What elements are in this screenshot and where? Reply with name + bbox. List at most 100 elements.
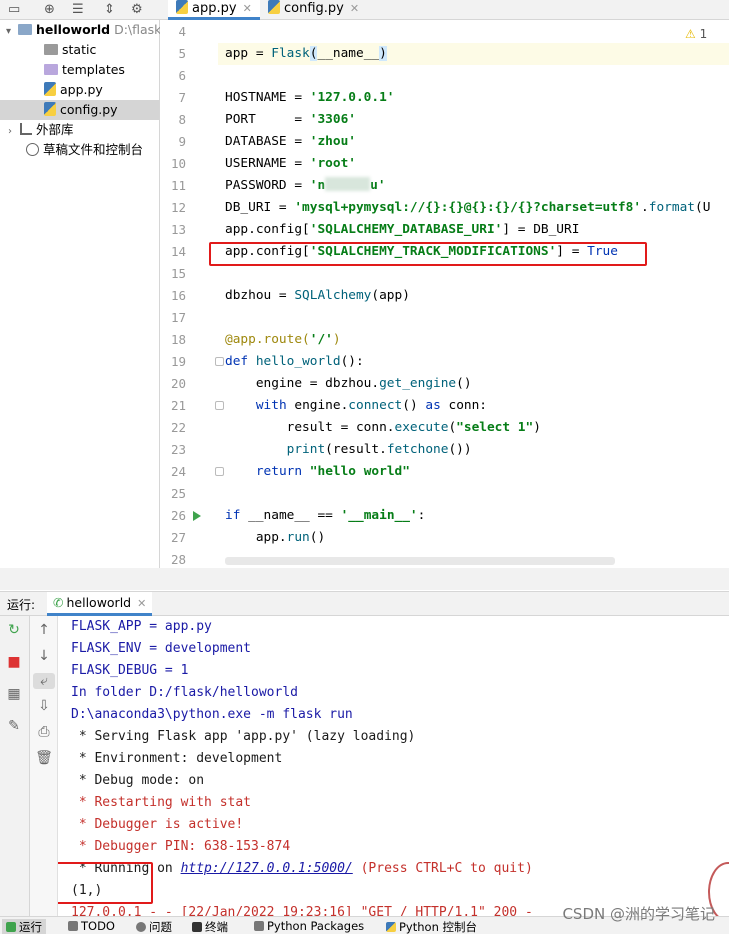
trash-icon[interactable]: 🗑 [30, 750, 58, 766]
layout-icon[interactable]: ▦ [0, 686, 28, 702]
tree-scratches[interactable]: 草稿文件和控制台 [26, 140, 143, 160]
line-number: 7 [178, 90, 186, 105]
tab-config-py[interactable]: config.py ✕ [260, 0, 360, 20]
project-tree: ▾ helloworld D:\flask static templates ap… [0, 20, 161, 590]
code-line-10: USERNAME = 'root' [225, 156, 356, 171]
tree-root-path: D:\flask [114, 22, 162, 37]
editor-bottom-gap [0, 568, 729, 590]
code-line-7: HOSTNAME = '127.0.0.1' [225, 90, 395, 105]
run-icon [6, 922, 16, 932]
project-view-icon[interactable]: ▭ [8, 2, 20, 17]
fold-marker-icon[interactable] [215, 401, 224, 410]
line-number: 18 [170, 332, 186, 347]
python-file-icon [268, 0, 280, 14]
pin-icon[interactable]: ✎ [0, 718, 28, 734]
code-line-8: PORT = '3306' [225, 112, 356, 127]
expand-icon[interactable]: ⇕ [104, 2, 115, 17]
package-icon [254, 921, 264, 931]
close-icon[interactable]: ✕ [137, 597, 146, 610]
code-line-13: app.config['SQLALCHEMY_DATABASE_URI'] = … [225, 222, 580, 237]
run-console[interactable]: FLASK_APP = app.py FLASK_ENV = developmen… [58, 616, 729, 916]
line-number: 12 [170, 200, 186, 215]
tab-run-helloworld[interactable]: ✆ helloworld ✕ [47, 592, 153, 616]
console-line: In folder D:/flask/helloworld [71, 685, 298, 700]
console-line: D:\anaconda3\python.exe -m flask run [71, 707, 353, 722]
gear-icon[interactable]: ⚙ [131, 2, 143, 17]
code-line-27: app.run() [225, 530, 326, 545]
tool-python-packages[interactable]: Python Packages [254, 919, 364, 933]
arrow-up-icon[interactable]: ↑ [30, 622, 58, 638]
code-line-24: return "hello world" [255, 464, 410, 479]
line-number: 26 [170, 508, 186, 523]
code-line-5: app = Flask(__name__) [225, 46, 387, 61]
run-actions-bar: ↻ ■ ▦ ✎ [0, 616, 30, 916]
code-editor[interactable]: 4 5 6 7 8 9 10 11 12 13 14 15 16 17 18 19 20 21 22 23 24 25 26… [160, 21, 729, 568]
chevron-down-icon[interactable]: ▾ [6, 22, 18, 42]
watermark: CSDN @洲的学习笔记 [562, 905, 715, 923]
folder-icon [18, 24, 32, 35]
code-line-26: if __name__ == '__main__': [225, 508, 426, 523]
stop-icon[interactable]: ■ [0, 654, 28, 670]
line-number: 9 [178, 134, 186, 149]
tree-root[interactable]: ▾ helloworld D:\flask [6, 20, 161, 40]
line-number: 24 [170, 464, 186, 479]
tree-item-app-py[interactable]: app.py [44, 80, 103, 100]
line-number: 17 [170, 310, 186, 325]
tree-item-templates[interactable]: templates [44, 60, 125, 80]
console-actions-bar: ↑ ↓ ⤶ ⇩ ⎙ 🗑 [30, 616, 58, 916]
highlight-box-config [209, 242, 647, 266]
line-number: 28 [170, 552, 186, 567]
code-line-11: PASSWORD = 'n u' [225, 177, 386, 193]
run-tool-window-header: 运行: ✆ helloworld ✕ [0, 591, 729, 616]
code-line-12: DB_URI = 'mysql+pymysql://{}:{}@{}:{}/{}… [225, 200, 711, 215]
line-gutter: 4 5 6 7 8 9 10 11 12 13 14 15 16 17 18 19 20 21 22 23 24 25 26… [160, 21, 218, 568]
inspection-widget[interactable]: ⚠ 1 [685, 27, 707, 41]
line-number: 27 [170, 530, 186, 545]
soft-wrap-icon[interactable]: ⤶ [33, 673, 55, 689]
print-icon[interactable]: ⎙ [30, 724, 58, 740]
tool-run[interactable]: 运行 [2, 919, 46, 934]
chevron-right-icon[interactable]: › [8, 122, 20, 142]
scratch-icon [26, 143, 39, 156]
line-number: 21 [170, 398, 186, 413]
tree-item-static[interactable]: static [44, 40, 96, 60]
horizontal-scrollbar[interactable] [225, 557, 615, 565]
tree-external-libs[interactable]: › 外部库 [8, 120, 74, 140]
fold-marker-icon[interactable] [215, 357, 224, 366]
fold-marker-icon[interactable] [215, 467, 224, 476]
rerun-icon[interactable]: ↻ [0, 622, 28, 638]
line-number: 19 [170, 354, 186, 369]
scroll-to-end-icon[interactable]: ⇩ [30, 698, 58, 714]
library-icon [20, 123, 32, 135]
tool-todo[interactable]: TODO [68, 919, 115, 933]
line-number: 23 [170, 442, 186, 457]
line-number: 20 [170, 376, 186, 391]
code-line-19: def hello_world(): [225, 354, 364, 369]
tree-item-config-py[interactable]: config.py [0, 100, 159, 120]
line-number: 4 [178, 24, 186, 39]
close-icon[interactable]: ✕ [243, 2, 252, 15]
tool-terminal[interactable]: 终端 [192, 919, 228, 934]
console-line: * Restarting with stat [71, 795, 252, 810]
line-number: 15 [170, 266, 186, 281]
line-number: 10 [170, 156, 186, 171]
arrow-down-icon[interactable]: ↓ [30, 648, 58, 664]
close-icon[interactable]: ✕ [350, 2, 359, 15]
run-config-icon: ✆ [53, 595, 64, 610]
server-url-link[interactable]: http://127.0.0.1:5000/ [181, 861, 353, 876]
code-line-16: dbzhou = SQLAlchemy(app) [225, 288, 410, 303]
editor-tabs: app.py ✕ config.py ✕ [160, 0, 729, 20]
locate-icon[interactable]: ⊕ [44, 2, 55, 17]
run-gutter-icon[interactable] [193, 511, 201, 521]
tool-python-console[interactable]: Python 控制台 [386, 919, 477, 934]
collapse-all-icon[interactable]: ☰ [72, 2, 84, 17]
tool-problems[interactable]: 问题 [136, 919, 172, 934]
line-number: 6 [178, 68, 186, 83]
console-line: * Debugger PIN: 638-153-874 [71, 839, 291, 854]
tab-app-py[interactable]: app.py ✕ [168, 0, 260, 20]
todo-icon [68, 921, 78, 931]
code-line-18: @app.route('/') [225, 332, 341, 347]
project-toolbar: ▭ ⊕ ☰ ⇕ ⚙ [0, 0, 160, 20]
python-console-icon [386, 922, 396, 932]
python-file-icon [44, 102, 56, 116]
